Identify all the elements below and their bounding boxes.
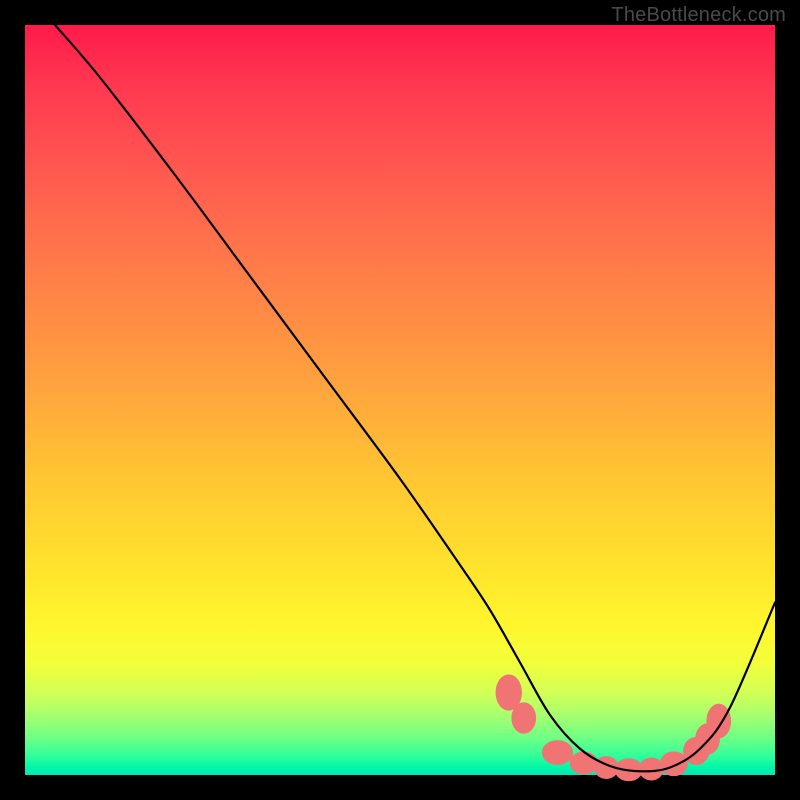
watermark-text: TheBottleneck.com: [611, 4, 786, 27]
main-curve: [55, 25, 775, 771]
marker-dot: [511, 702, 536, 733]
marker-dot: [660, 751, 688, 776]
marker-dot: [542, 740, 573, 765]
curve-layer: [25, 25, 775, 775]
marker-group: [496, 674, 732, 781]
plot-area: [25, 25, 775, 775]
marker-dot: [570, 751, 598, 774]
marker-dot: [706, 704, 731, 739]
chart-canvas: TheBottleneck.com: [0, 0, 800, 800]
